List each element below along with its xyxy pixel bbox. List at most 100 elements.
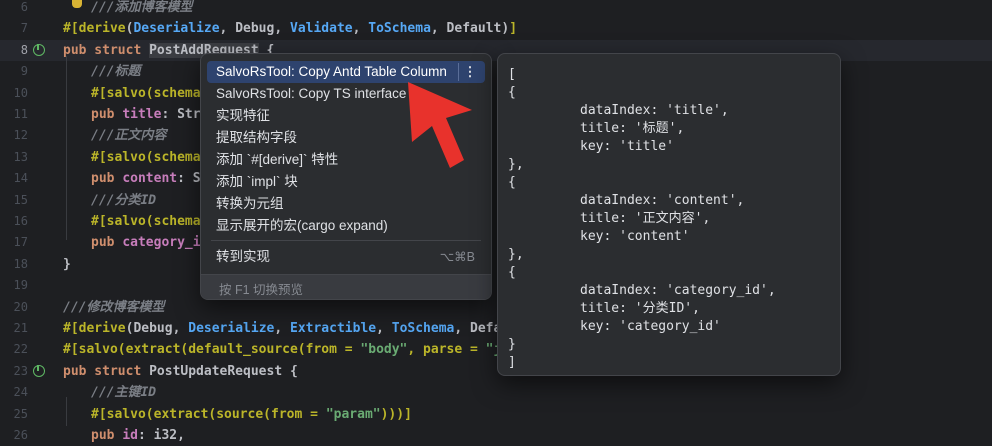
line-number: 8	[20, 42, 28, 57]
menu-item[interactable]: 显示展开的宏(cargo expand)	[207, 215, 485, 237]
code-line[interactable]: 20 ///修改博客模型	[0, 297, 992, 318]
code-token: ,	[376, 321, 392, 336]
code-token: Validate	[290, 21, 353, 37]
code-text: pub id: i32,	[91, 425, 185, 446]
line-number: 17	[13, 235, 28, 250]
code-token: #[salvo(extract(default_source(from =	[63, 342, 361, 358]
preview-code-line: key: 'category_id'	[580, 319, 721, 334]
preview-code-line: ]	[508, 355, 516, 370]
code-token: ///分类ID	[91, 192, 157, 208]
code-line[interactable]: 7 #[derive(Deserialize, Debug, Validate, …	[0, 18, 992, 39]
line-number: 18	[13, 256, 28, 271]
line-number: 24	[13, 385, 28, 400]
line-number: 19	[13, 278, 28, 293]
code-line[interactable]: 18}	[0, 254, 992, 275]
line-number: 22	[13, 342, 28, 357]
code-token: #[	[63, 321, 79, 336]
red-arrow-annotation	[408, 82, 472, 168]
code-text: pub category_id	[91, 232, 208, 253]
line-number: 23	[13, 363, 28, 378]
code-token: pub struct	[63, 363, 150, 379]
code-token: }	[63, 256, 71, 272]
menu-separator	[211, 240, 481, 241]
code-token: content	[122, 171, 178, 187]
intention-preview-popup: [ { dataIndex: 'title', title: '标题', key: 't…	[497, 53, 841, 376]
code-text: #[salvo(extract(source(from = "param")))…	[91, 404, 412, 425]
code-line[interactable]: 19	[0, 275, 992, 296]
preview-code-line: title: '正文内容',	[580, 211, 711, 226]
indent-guide	[66, 397, 67, 426]
preview-code-line: dataIndex: 'title',	[580, 103, 729, 118]
code-text: ///正文内容	[91, 125, 166, 146]
code-line[interactable]: 9 ///标题	[0, 61, 992, 82]
code-line[interactable]: 21 #[derive(Debug, Deserialize, Extractib…	[0, 318, 992, 339]
menu-item-label: 转到实现	[216, 249, 270, 264]
code-token: )))]	[380, 406, 412, 422]
code-text: #[salvo(schema(	[91, 211, 208, 232]
menu-item[interactable]: 转换为元组	[207, 193, 485, 215]
code-text: ///主键ID	[91, 382, 156, 403]
code-token: "param"	[325, 406, 381, 422]
code-token: PostUpdateRequest {	[149, 363, 298, 379]
code-token: ///正文内容	[91, 128, 167, 144]
code-line[interactable]: 8 pub struct PostAddRequest {	[0, 39, 992, 62]
preview-code-line: [	[508, 67, 516, 82]
line-number: 21	[13, 321, 28, 335]
preview-code-line: },	[508, 157, 524, 172]
caret-marker	[72, 0, 82, 8]
code-text: #[salvo(schema(	[91, 83, 208, 104]
implementations-gutter-icon[interactable]	[33, 364, 45, 377]
code-text: ///修改博客模型	[63, 297, 164, 318]
preview-code-line: },	[508, 247, 524, 262]
code-line[interactable]: 24 ///主键ID	[0, 382, 992, 403]
preview-code-line: key: 'title'	[580, 139, 674, 154]
line-number: 26	[13, 428, 28, 442]
code-line[interactable]: 12 ///正文内容	[0, 125, 992, 146]
code-text: }	[63, 254, 71, 275]
line-number: 12	[13, 128, 28, 143]
preview-code-line: dataIndex: 'content',	[580, 193, 745, 208]
menu-item[interactable]: 添加 `impl` 块	[207, 171, 485, 193]
code-token: ///添加博客模型	[91, 0, 193, 15]
preview-code-line: {	[508, 265, 516, 280]
menu-item-goto-implementation[interactable]: 转到实现 ⌥⌘B	[207, 246, 485, 268]
preview-code-line: title: '标题',	[580, 121, 685, 136]
code-text: pub content: St	[91, 168, 208, 189]
code-token: #[	[63, 21, 79, 37]
code-line[interactable]: 10 #[salvo(schema(	[0, 83, 992, 104]
code-line[interactable]: 16 #[salvo(schema(	[0, 211, 992, 232]
line-number: 20	[13, 299, 28, 314]
code-line[interactable]: 15 ///分类ID	[0, 190, 992, 211]
implementations-gutter-icon[interactable]	[33, 43, 45, 56]
code-line[interactable]: 11 pub title: Stri	[0, 104, 992, 125]
code-line[interactable]: 25 #[salvo(extract(source(from = "param")…	[0, 404, 992, 425]
code-line[interactable]: 17 pub category_id	[0, 232, 992, 253]
code-token: #[salvo(extract(source(from =	[91, 406, 326, 422]
menu-item-label: 提取结构字段	[216, 130, 297, 145]
code-token: Extractible	[290, 321, 377, 336]
menu-item-label: 实现特征	[216, 108, 270, 123]
code-text: #[salvo(schema(	[91, 147, 208, 168]
preview-code-line: {	[508, 85, 516, 100]
code-token: pub	[91, 235, 123, 251]
code-token: derive	[78, 321, 126, 336]
code-token: "body"	[360, 342, 408, 358]
code-line[interactable]: 22 #[salvo(extract(default_source(from = …	[0, 339, 992, 360]
code-line[interactable]: 26 pub id: i32,	[0, 425, 992, 446]
menu-item-label: 添加 `#[derive]` 特性	[216, 152, 339, 167]
code-token: title	[122, 107, 162, 122]
code-token: Deserialize	[133, 21, 220, 37]
preview-code-line: {	[508, 175, 516, 190]
code-line[interactable]: 6 ///添加博客模型	[0, 0, 992, 18]
code-text: ///添加博客模型	[91, 0, 192, 18]
code-line[interactable]: 13 #[salvo(schema(	[0, 147, 992, 168]
code-token: , parse =	[407, 342, 486, 358]
line-number: 10	[13, 85, 28, 100]
line-number: 9	[20, 64, 28, 79]
menu-footer: 按 F1 切换预览	[201, 274, 491, 299]
code-token: : i32,	[137, 428, 185, 443]
code-line[interactable]: 23 pub struct PostUpdateRequest {	[0, 361, 992, 382]
code-token: Deserialize	[188, 321, 275, 336]
code-line[interactable]: 14 pub content: St	[0, 168, 992, 189]
code-token: ,	[352, 21, 369, 37]
